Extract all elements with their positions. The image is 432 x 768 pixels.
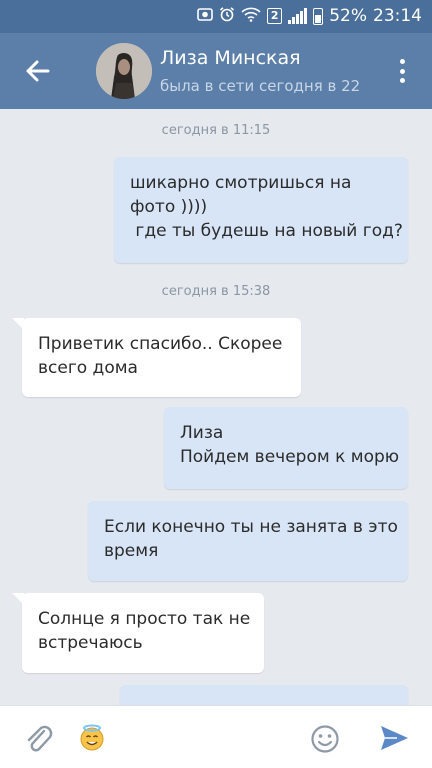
alarm-icon [219, 6, 235, 26]
message-incoming[interactable]: Приветик спасибо.. Скорее всего дома [12, 318, 301, 397]
message-outgoing[interactable]: Лиза Пойдем вечером к морю [164, 407, 408, 489]
message-input-bar[interactable] [0, 705, 432, 768]
paperclip-icon[interactable] [22, 722, 56, 756]
message-list[interactable]: сегодня в 11:15 шикарно смотришься на фо… [0, 109, 432, 705]
date-separator: сегодня в 15:38 [161, 284, 271, 299]
last-seen-status: была в сети сегодня в 22: [160, 77, 360, 95]
more-vertical-icon[interactable] [394, 57, 410, 85]
status-bar: 2 52% 23:14 [0, 0, 432, 33]
date-separator: сегодня в 11:15 [161, 123, 271, 138]
back-arrow-icon[interactable] [20, 55, 56, 87]
battery-icon [313, 7, 324, 25]
battery-percent: 52% [329, 6, 367, 26]
status-time: 23:14 [373, 6, 422, 26]
signal-icon [288, 8, 308, 24]
angel-sticker-icon[interactable] [78, 724, 106, 752]
wifi-icon [241, 6, 261, 26]
sim-badge: 2 [267, 8, 283, 24]
message-outgoing[interactable]: Если конечно ты не занята в это время [88, 501, 408, 581]
contact-name: Лиза Минская [160, 47, 301, 69]
message-incoming[interactable]: Солнце я просто так не встречаюсь [12, 593, 264, 673]
send-icon[interactable] [378, 722, 410, 754]
message-outgoing[interactable]: шикарно смотришься на фото )))) где ты б… [114, 157, 408, 263]
emoji-icon[interactable] [310, 724, 340, 754]
photo-icon [197, 6, 214, 26]
message-outgoing-partial[interactable] [120, 685, 408, 705]
chat-header: Лиза Минская была в сети сегодня в 22: [0, 33, 432, 109]
avatar[interactable] [96, 43, 152, 99]
status-icons: 2 52% 23:14 [197, 6, 422, 26]
